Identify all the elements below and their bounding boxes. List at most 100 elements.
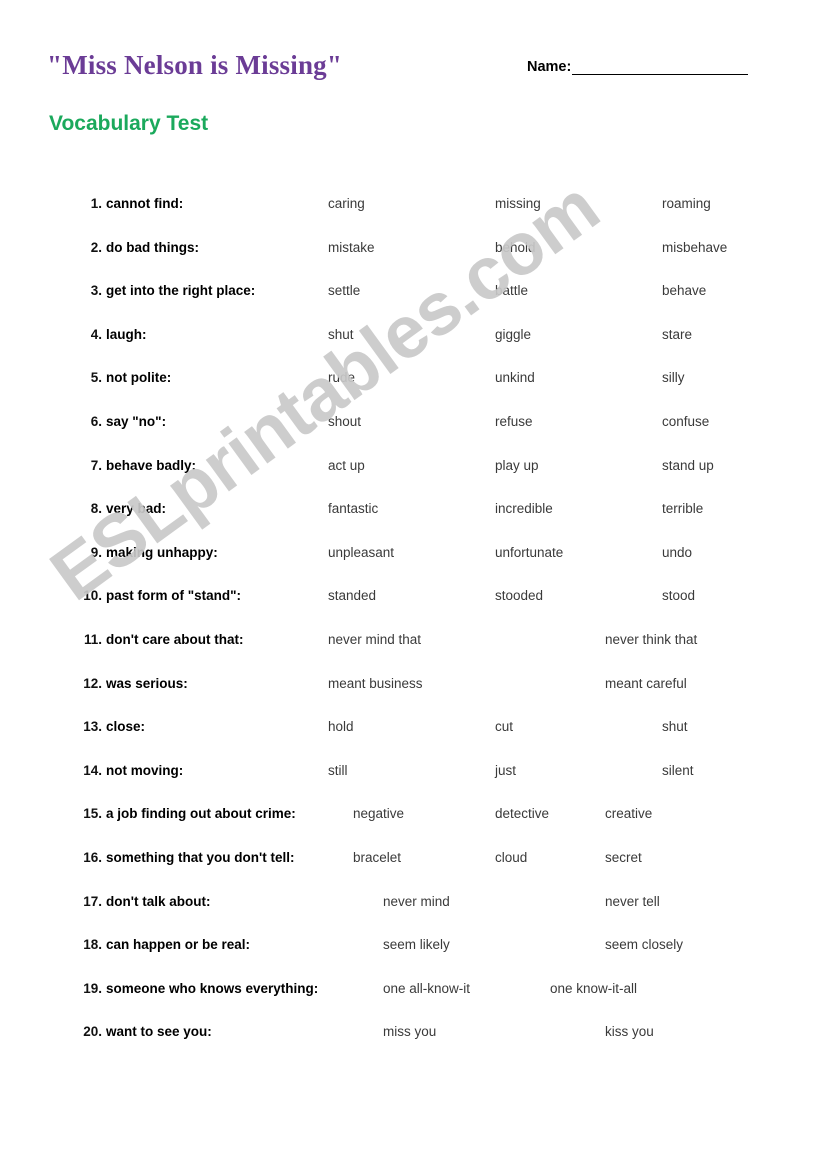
- answer-option[interactable]: meant business: [328, 676, 423, 691]
- question-number: 8.: [90, 501, 102, 517]
- answer-option[interactable]: one all-know-it: [383, 981, 470, 996]
- answer-option[interactable]: shout: [328, 414, 361, 429]
- answer-option[interactable]: miss you: [383, 1024, 436, 1039]
- question-prompt: close:: [106, 719, 146, 735]
- answer-option[interactable]: creative: [605, 806, 652, 821]
- answer-option[interactable]: roaming: [662, 196, 711, 211]
- question-row: 20. want to see you: miss you kiss you: [0, 1024, 826, 1068]
- question-row: 13. close: hold cut shut: [0, 719, 826, 763]
- answer-option[interactable]: stood: [662, 588, 695, 603]
- question-row: 16. something that you don't tell: bracele…: [0, 850, 826, 894]
- answer-option[interactable]: seem closely: [605, 937, 683, 952]
- question-number: 3.: [90, 283, 102, 299]
- answer-option[interactable]: shut: [328, 327, 354, 342]
- question-row: 19. someone who knows everything: one all-…: [0, 981, 826, 1025]
- question-prompt: want to see you:: [106, 1024, 212, 1040]
- question-row: 3. get into the right place: settle battle b…: [0, 283, 826, 327]
- question-prompt: was serious:: [106, 675, 188, 691]
- answer-option[interactable]: seem likely: [383, 937, 450, 952]
- question-prompt: can happen or be real:: [106, 937, 251, 953]
- question-row: 10. past form of "stand": standed stooded st…: [0, 588, 826, 632]
- question-number: 20.: [83, 1024, 102, 1040]
- answer-option[interactable]: cloud: [495, 850, 527, 865]
- question-row: 4. laugh: shut giggle stare: [0, 327, 826, 371]
- question-prompt: past form of "stand":: [106, 588, 242, 604]
- answer-option[interactable]: caring: [328, 196, 365, 211]
- answer-option[interactable]: rude: [328, 370, 355, 385]
- answer-option[interactable]: never tell: [605, 894, 660, 909]
- answer-option[interactable]: settle: [328, 283, 360, 298]
- name-input-blank[interactable]: [572, 61, 749, 75]
- answer-option[interactable]: mistake: [328, 240, 375, 255]
- question-number: 5.: [90, 370, 102, 386]
- question-prompt: a job finding out about crime:: [106, 806, 296, 822]
- answer-option[interactable]: just: [495, 763, 516, 778]
- name-field[interactable]: Name:: [527, 59, 749, 75]
- question-prompt: don't talk about:: [106, 893, 211, 909]
- question-row: 12. was serious: meant business meant caref…: [0, 676, 826, 720]
- answer-option[interactable]: missing: [495, 196, 541, 211]
- question-prompt: someone who knows everything:: [106, 980, 319, 996]
- answer-option[interactable]: never mind that: [328, 632, 421, 647]
- question-number: 11.: [83, 631, 102, 647]
- question-number: 13.: [83, 719, 102, 735]
- question-row: 18. can happen or be real: seem likely seem…: [0, 937, 826, 981]
- question-number: 2.: [90, 239, 102, 255]
- question-number: 4.: [90, 326, 102, 342]
- question-prompt: say "no":: [106, 413, 167, 429]
- answer-option[interactable]: never mind: [383, 894, 450, 909]
- answer-option[interactable]: standed: [328, 588, 376, 603]
- answer-option[interactable]: act up: [328, 458, 365, 473]
- question-row: 8. very bad: fantastic incredible terrible: [0, 501, 826, 545]
- question-row: 14. not moving: still just silent: [0, 763, 826, 807]
- answer-option[interactable]: stooded: [495, 588, 543, 603]
- question-row: 2. do bad things: mistake behold misbehave: [0, 240, 826, 284]
- answer-option[interactable]: confuse: [662, 414, 709, 429]
- answer-option[interactable]: battle: [495, 283, 528, 298]
- answer-option[interactable]: terrible: [662, 501, 703, 516]
- answer-option[interactable]: misbehave: [662, 240, 727, 255]
- question-prompt: cannot find:: [106, 196, 184, 211]
- answer-option[interactable]: unfortunate: [495, 545, 563, 560]
- answer-option[interactable]: secret: [605, 850, 642, 865]
- answer-option[interactable]: kiss you: [605, 1024, 654, 1039]
- answer-option[interactable]: never think that: [605, 632, 697, 647]
- page-subtitle: Vocabulary Test: [49, 112, 209, 135]
- answer-option[interactable]: shut: [662, 719, 688, 734]
- answer-option[interactable]: detective: [495, 806, 549, 821]
- answer-option[interactable]: undo: [662, 545, 692, 560]
- answer-option[interactable]: hold: [328, 719, 354, 734]
- question-prompt: not polite:: [106, 370, 172, 386]
- question-number: 6.: [90, 413, 102, 429]
- answer-option[interactable]: giggle: [495, 327, 531, 342]
- answer-option[interactable]: unpleasant: [328, 545, 394, 560]
- answer-option[interactable]: unkind: [495, 370, 535, 385]
- answer-option[interactable]: negative: [353, 806, 404, 821]
- question-number: 10.: [83, 588, 102, 604]
- answer-option[interactable]: bracelet: [353, 850, 401, 865]
- answer-option[interactable]: behave: [662, 283, 706, 298]
- question-number: 14.: [83, 762, 102, 778]
- question-prompt: get into the right place:: [106, 283, 256, 299]
- answer-option[interactable]: play up: [495, 458, 539, 473]
- answer-option[interactable]: silent: [662, 763, 694, 778]
- answer-option[interactable]: refuse: [495, 414, 533, 429]
- answer-option[interactable]: behold: [495, 240, 536, 255]
- answer-option[interactable]: silly: [662, 370, 685, 385]
- page-title: "Miss Nelson is Missing": [47, 50, 343, 80]
- worksheet-header: "Miss Nelson is Missing" Vocabulary Test…: [0, 0, 826, 160]
- answer-option[interactable]: incredible: [495, 501, 553, 516]
- answer-option[interactable]: still: [328, 763, 348, 778]
- question-prompt: do bad things:: [106, 239, 199, 255]
- answer-option[interactable]: one know-it-all: [550, 981, 637, 996]
- answer-option[interactable]: stand up: [662, 458, 714, 473]
- answer-option[interactable]: stare: [662, 327, 692, 342]
- question-prompt: don't care about that:: [106, 631, 244, 647]
- answer-option[interactable]: cut: [495, 719, 513, 734]
- question-row: 9. making unhappy: unpleasant unfortunate un…: [0, 545, 826, 589]
- name-label: Name:: [527, 59, 572, 75]
- question-row: 15. a job finding out about crime: negativ…: [0, 806, 826, 850]
- answer-option[interactable]: fantastic: [328, 501, 378, 516]
- answer-option[interactable]: meant careful: [605, 676, 687, 691]
- worksheet-page: "Miss Nelson is Missing" Vocabulary Test…: [0, 0, 826, 1169]
